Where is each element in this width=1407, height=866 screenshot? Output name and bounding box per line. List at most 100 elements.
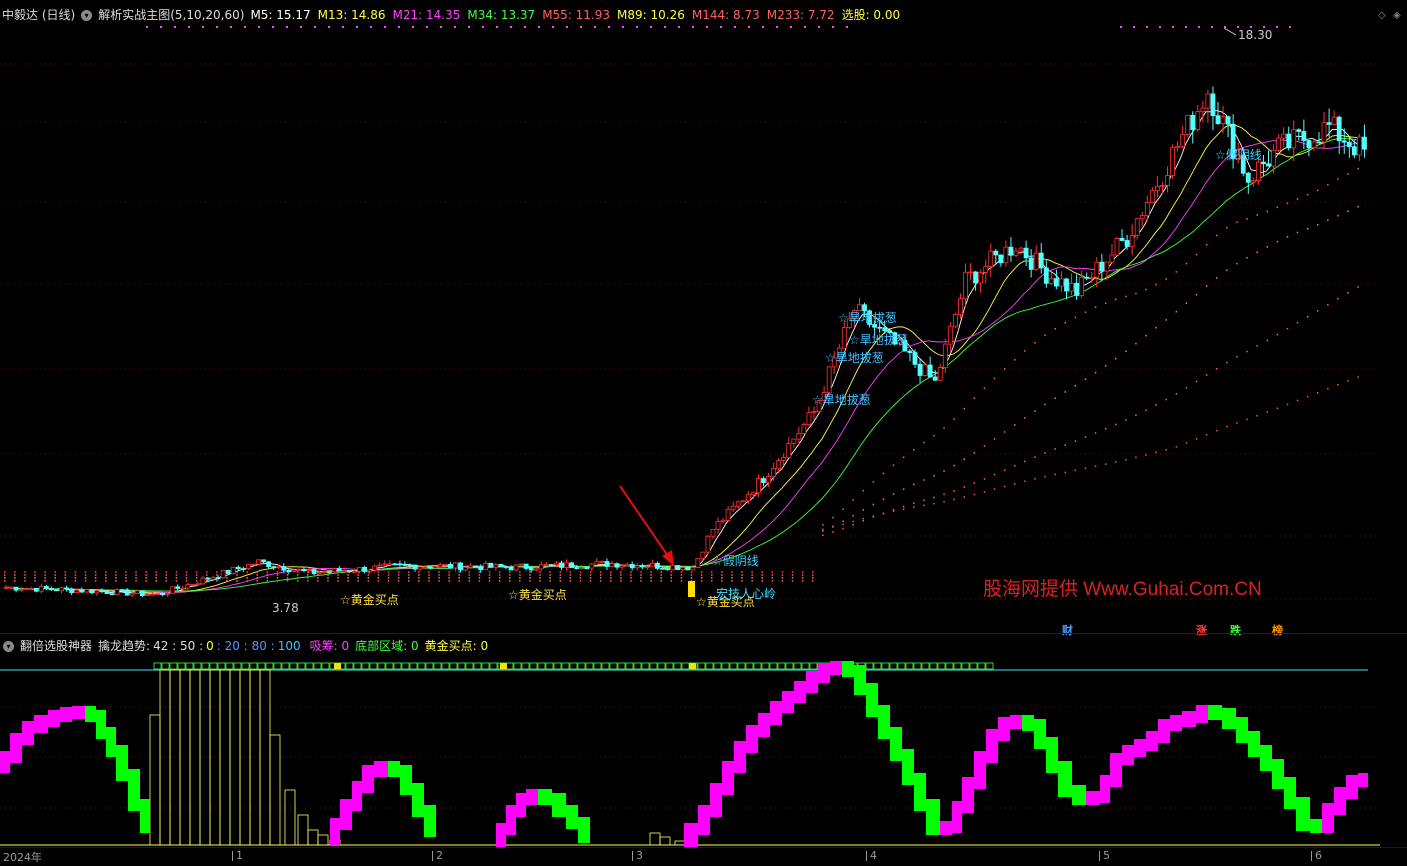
signal-dot xyxy=(202,26,204,28)
info-tag[interactable]: 榜 xyxy=(1272,622,1283,638)
info-tag[interactable]: 财 xyxy=(1062,622,1073,638)
signal-dot xyxy=(692,26,694,28)
candle-body xyxy=(644,566,650,569)
candle-body xyxy=(155,593,160,596)
oscillator-step xyxy=(1146,731,1158,751)
maximize-icon[interactable]: ◇ xyxy=(1378,10,1386,21)
oscillator-step xyxy=(952,801,962,833)
candle-body xyxy=(316,572,322,575)
candle-body xyxy=(806,412,812,425)
oscillator-step xyxy=(526,789,538,805)
candle-body xyxy=(64,587,69,590)
ma-dot xyxy=(791,571,794,573)
candle-body xyxy=(129,593,135,596)
ma-dot xyxy=(135,574,137,576)
candle-body xyxy=(1311,141,1317,149)
ma-dot xyxy=(1205,285,1208,287)
chevron-down-icon[interactable]: ▾ xyxy=(3,640,14,652)
oscillator-step xyxy=(1310,819,1322,833)
signal-dot xyxy=(608,26,610,28)
signal-box xyxy=(633,662,642,670)
ma-dot xyxy=(478,574,481,576)
candle-body xyxy=(59,587,64,592)
ma-dot xyxy=(731,571,733,573)
candle-body xyxy=(549,564,554,566)
oscillator-step xyxy=(34,715,48,733)
ma-dot xyxy=(660,577,662,579)
ma-dot xyxy=(731,574,733,576)
candle-body xyxy=(240,568,246,570)
oscillator-step xyxy=(1100,775,1110,803)
oscillator-step xyxy=(1170,715,1182,731)
oscillator-step xyxy=(734,741,746,773)
oscillator-step xyxy=(578,817,590,843)
x-axis-label: 6 xyxy=(1311,849,1322,862)
ma-dot xyxy=(24,574,26,576)
ma-dot xyxy=(529,571,531,573)
ma-dot xyxy=(115,571,117,573)
oscillator-step xyxy=(60,707,72,722)
ma-dot xyxy=(1337,178,1339,180)
signal-box xyxy=(937,662,946,670)
ma-dot xyxy=(660,574,662,576)
ma-dot xyxy=(953,464,955,467)
candle-body xyxy=(1124,240,1130,247)
signal-box xyxy=(281,662,290,670)
candle-body xyxy=(907,350,913,353)
ma-dot xyxy=(963,486,965,488)
signal-dot xyxy=(720,26,722,28)
candle-body xyxy=(700,551,706,559)
stock-name[interactable]: 中毅达 (日线) xyxy=(2,6,75,24)
sub-indicator-name[interactable]: 翻倍选股神器 xyxy=(20,637,92,655)
candle-body xyxy=(513,564,519,571)
ma-dot xyxy=(1003,485,1006,488)
ma-dot xyxy=(135,571,137,573)
chevron-down-icon[interactable]: ▾ xyxy=(81,9,93,21)
volume-bar xyxy=(659,836,671,846)
ma-dot xyxy=(24,577,26,579)
ma-dot xyxy=(1195,438,1198,440)
ma-dot xyxy=(1337,383,1339,386)
ma-dot xyxy=(1266,246,1268,248)
info-tag[interactable]: 跌 xyxy=(1230,622,1241,638)
expand-icon[interactable]: ◈ xyxy=(1393,10,1401,21)
ma-dot xyxy=(1347,173,1349,175)
candle-body xyxy=(468,565,474,568)
ma-dot xyxy=(599,574,602,576)
candle-body xyxy=(947,325,953,345)
candle-body xyxy=(1054,278,1059,287)
ma-dot xyxy=(650,577,652,579)
ma-dot xyxy=(610,571,612,573)
signal-box xyxy=(345,662,354,670)
oscillator-step xyxy=(1158,719,1170,743)
ma-dot xyxy=(1276,240,1279,243)
ma-dot xyxy=(1094,371,1097,374)
signal-box xyxy=(241,662,250,670)
ma-dot xyxy=(993,438,996,440)
ma-dot xyxy=(1347,210,1349,212)
ma-dot xyxy=(943,470,945,472)
candle-body xyxy=(1261,161,1266,165)
candle-body xyxy=(1291,129,1297,149)
ma-dot xyxy=(1024,480,1026,483)
candle-body xyxy=(973,271,978,284)
candle-body xyxy=(296,568,302,571)
candle-body xyxy=(493,563,499,568)
candle-body xyxy=(993,250,999,256)
ma-dot xyxy=(741,574,743,576)
ma-dot xyxy=(195,580,198,582)
signal-box xyxy=(385,662,394,670)
ma-dot xyxy=(418,574,420,576)
ma-dot xyxy=(438,574,440,576)
oscillator-step xyxy=(362,765,374,793)
oscillator-chart[interactable] xyxy=(0,655,1407,847)
candle-body xyxy=(1170,147,1175,176)
signal-dot xyxy=(1133,26,1135,28)
candlestick-chart[interactable]: 18.303.78☆黄金买点 ☆黄金买点 ☆黄金买点宏技人心岭☆假阴线☆假阴线☆旱地… xyxy=(0,24,1407,624)
ma-dot xyxy=(1317,391,1319,394)
indicator-name[interactable]: 解析实战主图(5,10,20,60) xyxy=(98,6,244,24)
ma-dot xyxy=(1216,234,1218,237)
ma-dot xyxy=(1165,398,1167,401)
info-tag[interactable]: 涨 xyxy=(1196,622,1207,638)
ma-dot xyxy=(771,580,774,582)
